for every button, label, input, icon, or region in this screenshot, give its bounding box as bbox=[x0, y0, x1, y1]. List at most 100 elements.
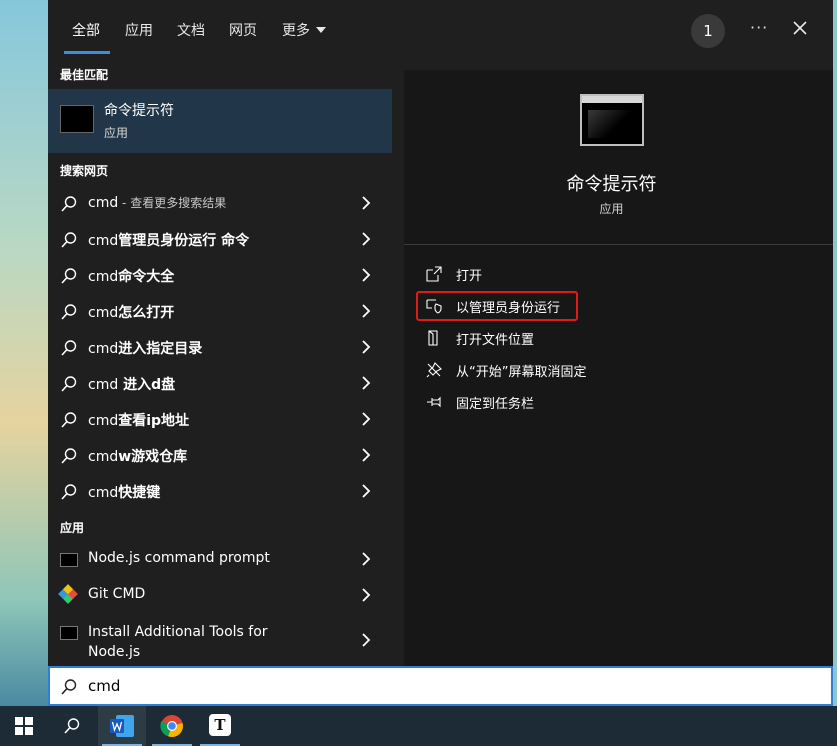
highlight-box bbox=[416, 291, 578, 321]
web-result-label: cmd - 查看更多搜索结果 bbox=[88, 195, 227, 211]
chevron-right-icon[interactable] bbox=[360, 448, 372, 462]
taskbar-typora[interactable]: T bbox=[196, 706, 244, 746]
web-result-label: cmd快捷键 bbox=[88, 485, 161, 501]
desktop-wallpaper bbox=[0, 0, 48, 706]
unpin-icon bbox=[426, 362, 442, 378]
search-input[interactable]: cmd bbox=[88, 677, 120, 695]
taskbar: T bbox=[0, 706, 837, 746]
search-icon bbox=[61, 232, 77, 248]
web-result-label: cmd命令大全 bbox=[88, 269, 175, 285]
terminal-icon bbox=[60, 105, 94, 133]
app-result-item[interactable]: Git CMD bbox=[48, 577, 392, 613]
open-icon bbox=[426, 266, 442, 282]
tab-more-label: 更多 bbox=[282, 23, 310, 39]
chevron-right-icon[interactable] bbox=[360, 588, 372, 602]
app-result-label: Git CMD bbox=[88, 586, 146, 602]
best-match-name: 命令提示符 bbox=[104, 103, 174, 119]
terminal-icon bbox=[60, 553, 78, 567]
results-list: 最佳匹配 命令提示符 应用 搜索网页 cmd - 查看更多搜索结果 cmd管理员… bbox=[48, 62, 392, 666]
close-icon[interactable] bbox=[788, 16, 812, 40]
app-result-item[interactable]: Node.js command prompt bbox=[48, 541, 392, 577]
rewards-badge[interactable]: 1 bbox=[691, 14, 725, 48]
search-icon bbox=[64, 718, 80, 734]
search-icon bbox=[61, 484, 77, 500]
search-icon bbox=[61, 268, 77, 284]
typora-icon: T bbox=[209, 714, 231, 736]
taskbar-word[interactable] bbox=[98, 706, 146, 746]
git-icon bbox=[58, 584, 78, 604]
web-result-item[interactable]: cmd 进入d盘 bbox=[48, 365, 392, 401]
section-apps: 应用 bbox=[60, 521, 85, 535]
web-result-item[interactable]: cmd怎么打开 bbox=[48, 293, 392, 329]
app-result-label: Install Additional Tools for Node.js bbox=[88, 624, 268, 660]
section-web-search: 搜索网页 bbox=[60, 164, 109, 178]
tab-more[interactable]: 更多 bbox=[282, 20, 326, 40]
web-result-label: cmd查看ip地址 bbox=[88, 413, 190, 429]
search-icon bbox=[61, 304, 77, 320]
chevron-right-icon[interactable] bbox=[360, 633, 372, 647]
windows-start-icon bbox=[15, 717, 33, 735]
chevron-right-icon[interactable] bbox=[360, 196, 372, 210]
search-icon bbox=[61, 376, 77, 392]
chevron-right-icon[interactable] bbox=[360, 268, 372, 282]
word-icon bbox=[110, 715, 134, 737]
app-result-item[interactable]: Install Additional Tools for Node.js bbox=[48, 616, 392, 660]
detail-subtitle: 应用 bbox=[599, 202, 624, 216]
search-icon bbox=[61, 196, 77, 212]
chevron-right-icon[interactable] bbox=[360, 232, 372, 246]
detail-title: 命令提示符 bbox=[566, 174, 657, 195]
chevron-right-icon[interactable] bbox=[360, 484, 372, 498]
best-match-type: 应用 bbox=[104, 126, 129, 140]
action-label: 固定到任务栏 bbox=[456, 397, 535, 412]
search-icon bbox=[61, 412, 77, 428]
chevron-right-icon[interactable] bbox=[360, 412, 372, 426]
taskbar-search-button[interactable] bbox=[48, 706, 96, 746]
web-result-item[interactable]: cmd查看ip地址 bbox=[48, 401, 392, 437]
action-label: 打开 bbox=[456, 269, 483, 284]
tab-apps[interactable]: 应用 bbox=[125, 20, 153, 40]
terminal-icon bbox=[580, 94, 644, 146]
chevron-down-icon bbox=[316, 27, 326, 33]
terminal-icon bbox=[60, 626, 78, 640]
taskbar-chrome[interactable] bbox=[148, 706, 196, 746]
web-result-item[interactable]: cmd命令大全 bbox=[48, 257, 392, 293]
chevron-right-icon[interactable] bbox=[360, 376, 372, 390]
search-scope-tabs: 全部 应用 文档 网页 更多 1 ··· bbox=[48, 0, 833, 62]
section-best-match: 最佳匹配 bbox=[60, 68, 109, 82]
web-result-item[interactable]: cmdw游戏仓库 bbox=[48, 437, 392, 473]
web-result-item[interactable]: cmd - 查看更多搜索结果 bbox=[48, 185, 392, 221]
chevron-right-icon[interactable] bbox=[360, 304, 372, 318]
tab-all[interactable]: 全部 bbox=[72, 20, 100, 40]
web-result-label: cmd怎么打开 bbox=[88, 305, 175, 321]
search-icon bbox=[61, 340, 77, 356]
search-box[interactable]: cmd bbox=[48, 666, 833, 706]
action-label: 打开文件位置 bbox=[456, 333, 535, 348]
more-options-icon[interactable]: ··· bbox=[750, 18, 768, 37]
web-result-label: cmd管理员身份运行 命令 bbox=[88, 233, 250, 249]
search-icon bbox=[61, 679, 77, 695]
folder-icon bbox=[428, 330, 438, 346]
active-tab-indicator bbox=[64, 51, 110, 54]
start-search-panel: 全部 应用 文档 网页 更多 1 ··· 最佳匹配 命令提示符 应用 搜索网页 … bbox=[48, 0, 833, 706]
action-label: 从“开始”屏幕取消固定 bbox=[456, 365, 587, 380]
best-match-item[interactable]: 命令提示符 应用 bbox=[48, 89, 392, 153]
pin-icon bbox=[427, 396, 441, 408]
terminal-screen bbox=[588, 110, 636, 138]
tab-documents[interactable]: 文档 bbox=[177, 20, 205, 40]
web-result-item[interactable]: cmd管理员身份运行 命令 bbox=[48, 221, 392, 257]
search-icon bbox=[61, 448, 77, 464]
web-result-label: cmdw游戏仓库 bbox=[88, 449, 188, 465]
web-result-label: cmd 进入d盘 bbox=[88, 377, 176, 393]
web-result-item[interactable]: cmd快捷键 bbox=[48, 473, 392, 509]
app-result-label: Node.js command prompt bbox=[88, 550, 270, 566]
web-result-label: cmd进入指定目录 bbox=[88, 341, 203, 357]
divider bbox=[404, 244, 833, 245]
chrome-icon bbox=[160, 715, 183, 738]
chevron-right-icon[interactable] bbox=[360, 552, 372, 566]
chevron-right-icon[interactable] bbox=[360, 340, 372, 354]
detail-pane: 命令提示符 应用 打开 以管理员身份运行 打开文件位置 从“开始”屏幕取消固定 … bbox=[404, 70, 833, 666]
web-result-item[interactable]: cmd进入指定目录 bbox=[48, 329, 392, 365]
start-button[interactable] bbox=[0, 706, 48, 746]
window-titlebar bbox=[582, 96, 642, 103]
tab-web[interactable]: 网页 bbox=[229, 20, 257, 40]
